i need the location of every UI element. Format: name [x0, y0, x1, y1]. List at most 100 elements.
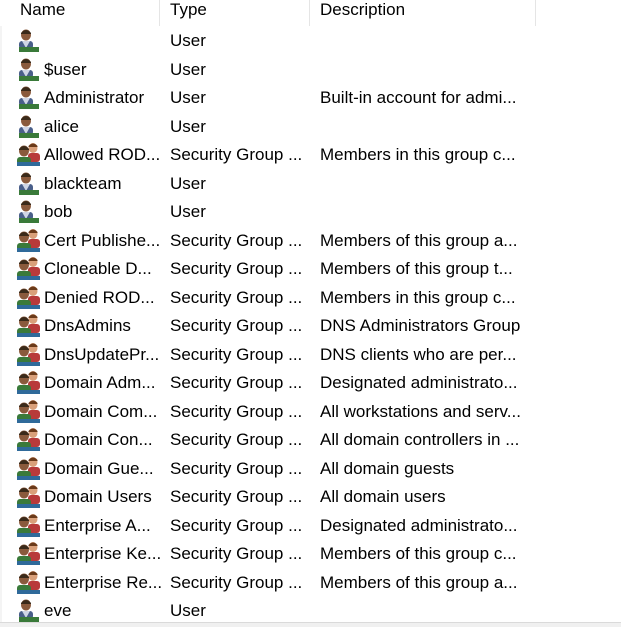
group-icon: [16, 541, 42, 565]
group-icon: [16, 228, 42, 252]
item-name: Enterprise A...: [44, 515, 151, 535]
list-header: Name Type Description: [0, 0, 621, 26]
item-description: All domain guests: [320, 458, 455, 478]
list-item[interactable]: Cert Publishe... Security Group ... Member…: [0, 227, 621, 256]
list-item[interactable]: Allowed ROD... Security Group ... Members …: [0, 141, 621, 170]
item-name: $user: [44, 59, 87, 79]
group-icon: [16, 256, 42, 280]
item-name: Enterprise Re...: [44, 572, 162, 592]
item-description: Members in this group c...: [320, 145, 516, 164]
list-item[interactable]: blackteam User: [0, 170, 621, 199]
group-icon: [16, 142, 42, 166]
item-type: Security Group ...: [170, 572, 303, 592]
item-name: blackteam: [44, 173, 122, 193]
list-item[interactable]: Domain Gue... Security Group ... All domai…: [0, 455, 621, 484]
item-type: User: [170, 202, 206, 221]
item-type: User: [170, 173, 206, 193]
list-item[interactable]: Denied ROD... Security Group ... Members i…: [0, 284, 621, 313]
list-item[interactable]: Domain Con... Security Group ... All domai…: [0, 426, 621, 455]
item-description: Members of this group a...: [320, 572, 518, 592]
item-name: eve: [44, 601, 72, 620]
user-icon: [16, 28, 42, 52]
column-header-name[interactable]: Name: [14, 0, 160, 26]
group-icon: [16, 342, 42, 366]
group-icon: [16, 456, 42, 480]
item-description: All domain controllers in ...: [320, 430, 520, 449]
item-type: Security Group ...: [170, 458, 303, 478]
item-description: Designated administrato...: [320, 515, 518, 535]
group-icon: [16, 370, 42, 394]
item-name: Denied ROD...: [44, 287, 155, 307]
item-type: User: [170, 88, 206, 107]
list-item[interactable]: Enterprise Ke... Security Group ... Member…: [0, 540, 621, 569]
item-type: Security Group ...: [170, 287, 303, 307]
list-item[interactable]: alice User: [0, 113, 621, 142]
item-description: Members of this group t...: [320, 259, 513, 278]
list-item[interactable]: $user User: [0, 56, 621, 85]
item-type: Security Group ...: [170, 487, 303, 506]
group-icon: [16, 570, 42, 594]
item-name: Administrator: [44, 88, 145, 107]
column-header-type[interactable]: Type: [160, 0, 310, 26]
group-icon: [16, 484, 42, 508]
list-item[interactable]: DnsUpdatePr... Security Group ... DNS clie…: [0, 341, 621, 370]
item-description: All domain users: [320, 487, 446, 506]
user-icon: [16, 85, 42, 109]
item-name: Cloneable D...: [44, 259, 152, 278]
item-type: User: [170, 59, 206, 79]
item-name: DnsAdmins: [44, 316, 131, 335]
item-type: Security Group ...: [170, 230, 303, 250]
item-name: bob: [44, 202, 73, 221]
list-item[interactable]: User: [0, 27, 621, 56]
user-icon: [16, 171, 42, 195]
item-name: Domain Adm...: [44, 373, 156, 392]
list-item[interactable]: Domain Users Security Group ... All domain…: [0, 483, 621, 512]
list-item[interactable]: DnsAdmins Security Group ... DNS Administr…: [0, 312, 621, 341]
item-description: All workstations and serv...: [320, 401, 521, 421]
group-icon: [16, 399, 42, 423]
group-icon: [16, 313, 42, 337]
user-group-list[interactable]: Name Type Description User $user User Admin…: [0, 0, 621, 622]
group-icon: [16, 513, 42, 537]
item-description: Designated administrato...: [320, 373, 518, 392]
column-header-description[interactable]: Description: [310, 0, 536, 26]
item-type: Security Group ...: [170, 515, 303, 535]
item-name: alice: [44, 116, 79, 136]
item-type: Security Group ...: [170, 316, 303, 335]
user-icon: [16, 598, 42, 622]
group-icon: [16, 285, 42, 309]
item-type: Security Group ...: [170, 145, 303, 164]
item-name: Cert Publishe...: [44, 230, 161, 250]
item-description: DNS Administrators Group: [320, 316, 521, 335]
item-description: Members of this group c...: [320, 544, 517, 563]
item-description: Members in this group c...: [320, 287, 516, 307]
item-type: Security Group ...: [170, 544, 303, 563]
item-type: Security Group ...: [170, 259, 303, 278]
item-type: Security Group ...: [170, 344, 303, 364]
item-type: User: [170, 601, 206, 620]
item-name: Domain Gue...: [44, 458, 154, 478]
item-description: Built-in account for admi...: [320, 88, 517, 107]
user-icon: [16, 57, 42, 81]
list-item[interactable]: Administrator User Built-in account for ad…: [0, 84, 621, 113]
item-name: Allowed ROD...: [44, 145, 161, 164]
list-item[interactable]: Domain Adm... Security Group ... Designate…: [0, 369, 621, 398]
item-type: Security Group ...: [170, 401, 303, 421]
item-name: Domain Users: [44, 487, 152, 506]
list-item[interactable]: Domain Com... Security Group ... All works…: [0, 398, 621, 427]
list-item[interactable]: Enterprise A... Security Group ... Designa…: [0, 512, 621, 541]
group-icon: [16, 427, 42, 451]
horizontal-scrollbar[interactable]: [0, 622, 621, 627]
item-type: User: [170, 31, 206, 50]
item-name: Enterprise Ke...: [44, 544, 162, 563]
item-description: Members of this group a...: [320, 230, 518, 250]
list-item[interactable]: eve User: [0, 597, 621, 622]
list-item[interactable]: Enterprise Re... Security Group ... Member…: [0, 569, 621, 598]
list-item[interactable]: bob User: [0, 198, 621, 227]
user-icon: [16, 199, 42, 223]
item-type: Security Group ...: [170, 430, 303, 449]
list-item[interactable]: Cloneable D... Security Group ... Members …: [0, 255, 621, 284]
item-name: DnsUpdatePr...: [44, 344, 160, 364]
item-name: Domain Con...: [44, 430, 153, 449]
item-type: Security Group ...: [170, 373, 303, 392]
